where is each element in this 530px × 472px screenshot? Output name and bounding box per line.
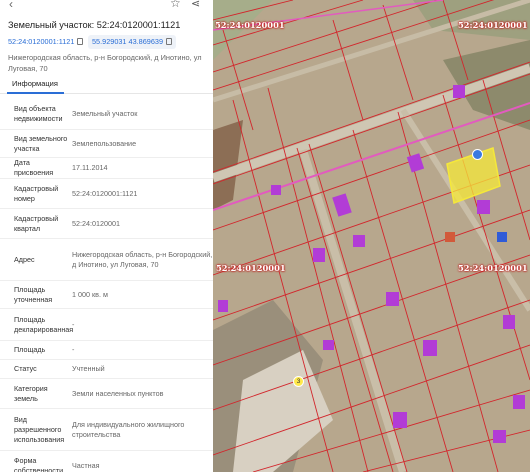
row-key: Вид разрешенного использования [14,414,65,444]
row-value: - [72,345,75,354]
copy-icon[interactable] [166,38,173,45]
info-panel: ‹ ☆ ⋖ Земельный участок: 52:24:0120001:1… [0,0,213,472]
row-value: Земли населенных пунктов [72,388,164,398]
share-icon[interactable]: ⋖ [191,0,200,10]
map-canvas [213,0,530,472]
row-value: Учтенный [72,364,105,373]
row-value: Для индивидуального жилищного строительс… [72,419,185,439]
table-row: Категория земель Земли населенных пунктов [0,379,213,409]
row-value: - [72,319,75,329]
row-key: Площадь уточненная [14,284,53,304]
back-arrow-icon[interactable]: ‹ [9,0,13,11]
row-value: Землепользование [72,138,137,148]
chips-row: 52:24:0120001:1121 55.929031 43.869639 [6,35,211,49]
row-value: 52:24:0120001 [72,218,120,228]
cad-number-chip[interactable]: 52:24:0120001:1121 [8,35,84,49]
row-value: 1 000 кв. м [72,289,108,299]
page-title: Земельный участок: 52:24:0120001:1121 [8,20,181,30]
row-value: Нижегородская область, р-н Богородский, … [72,249,213,269]
row-key: Категория земель [14,383,48,403]
table-row: Дата присвоения 17.11.2014 [0,158,213,179]
cluster-pin[interactable]: 3 [293,376,304,387]
tab-information[interactable]: Информация [12,79,58,88]
blue-roof [497,232,507,242]
row-key: Форма собственности [14,455,64,472]
table-row: Кадастровый квартал 52:24:0120001 [0,209,213,239]
panel-toolbar: ‹ ☆ ⋖ [0,0,213,14]
quarter-label: 52:24:0120001 [216,263,286,273]
row-key: Статус [14,364,37,373]
coordinates-chip[interactable]: 55.929031 43.869639 [88,35,177,49]
row-key: Площадь [14,345,46,354]
tab-underline [7,92,64,94]
row-key: Площадь декларированная [14,314,74,334]
table-row: Статус Учтенный [0,360,213,379]
row-key: Вид земельного участка [14,133,68,153]
address-subtitle: Нижегородская область, р-н Богородский, … [8,53,202,73]
coordinates-text: 55.929031 43.869639 [92,37,164,46]
tab-bar: Информация [0,76,213,94]
row-key: Дата присвоения [14,158,54,177]
table-row: Кадастровый номер 52:24:0120001:1121 [0,179,213,209]
table-row: Площадь уточненная 1 000 кв. м [0,281,213,309]
table-row: Форма собственности Частная [0,451,213,472]
table-row: Площадь - [0,341,213,360]
table-row: Вид земельного участка Землепользование [0,130,213,158]
star-icon[interactable]: ☆ [170,0,181,10]
row-value: 52:24:0120001:1121 [72,188,138,198]
row-key: Адрес [14,254,35,264]
copy-icon[interactable] [77,38,84,45]
row-value: 17.11.2014 [72,163,108,172]
quarter-label: 52:24:0120001 [215,20,285,30]
cadastral-map[interactable]: 52:24:0120001 52:24:0120001 52:24:012000… [213,0,530,472]
cad-number-text: 52:24:0120001:1121 [8,37,75,46]
table-row: Вид объекта недвижимости Земельный участо… [0,98,213,130]
row-key: Кадастровый номер [14,183,59,203]
row-key: Кадастровый квартал [14,213,59,233]
table-row: Площадь декларированная - [0,309,213,341]
quarter-label: 52:24:0120001 [458,263,528,273]
table-row: Адрес Нижегородская область, р-н Богородс… [0,239,213,281]
row-value: Земельный участок [72,108,138,118]
row-key: Вид объекта недвижимости [14,103,63,123]
row-value: Частная [72,460,100,470]
table-row: Вид разрешенного использования Для индиви… [0,409,213,451]
red-roof [445,232,455,242]
parcel-pin[interactable] [472,149,483,160]
quarter-label: 52:24:0120001 [458,20,528,30]
attribute-table: Вид объекта недвижимости Земельный участо… [0,98,213,472]
